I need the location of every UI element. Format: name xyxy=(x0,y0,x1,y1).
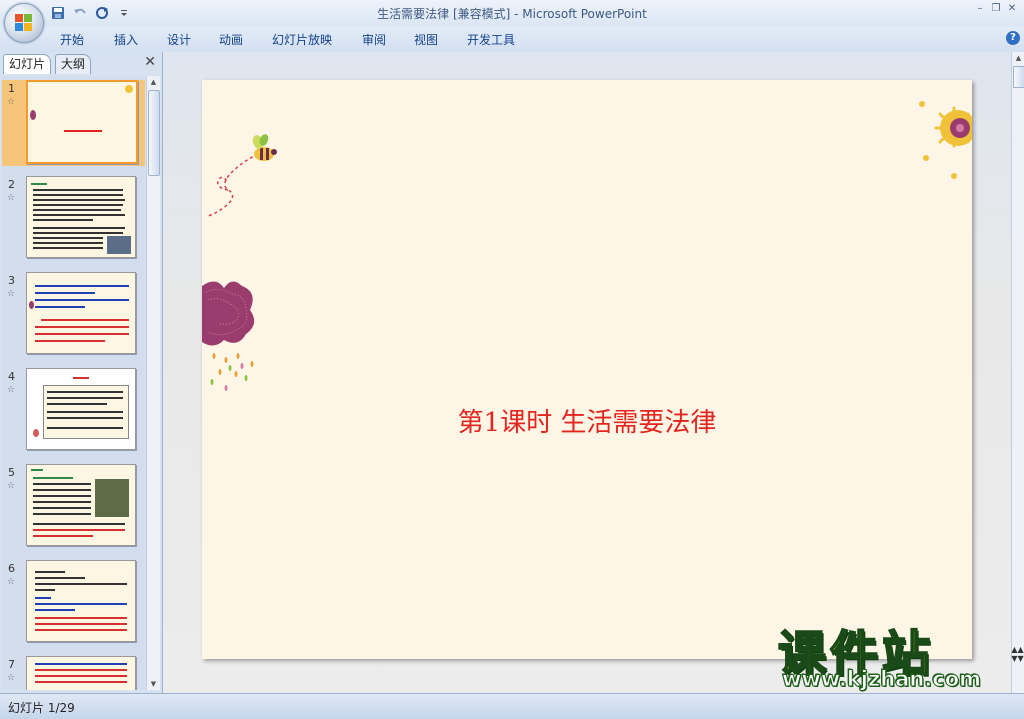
slide-preview xyxy=(26,368,136,450)
scroll-thumb[interactable] xyxy=(1013,66,1024,88)
slide-thumbnail-2[interactable]: 2 ☆ xyxy=(2,176,145,262)
scroll-down-icon[interactable]: ▼ xyxy=(147,678,160,690)
title-bar: 生活需要法律 [兼容模式] - Microsoft PowerPoint – ❐… xyxy=(0,0,1024,26)
slide-counter: 幻灯片 1/29 xyxy=(8,701,75,715)
previous-slide-icon[interactable]: ▲▲ xyxy=(1011,645,1024,654)
tab-animations[interactable]: 动画 xyxy=(219,31,243,48)
slide-preview xyxy=(26,656,136,690)
tab-view[interactable]: 视图 xyxy=(414,31,438,48)
slide-navigation: ▲▲ ▼▼ xyxy=(1011,645,1024,663)
ribbon-tabs: 开始 插入 设计 动画 幻灯片放映 审阅 视图 开发工具 xyxy=(0,26,1024,53)
office-button[interactable] xyxy=(4,3,44,43)
close-button[interactable]: ✕ xyxy=(1004,2,1020,16)
slide-number: 2 xyxy=(8,178,15,191)
tab-developer[interactable]: 开发工具 xyxy=(467,31,515,48)
slide-preview xyxy=(26,272,136,354)
slide-thumbnail-6[interactable]: 6 ☆ xyxy=(2,560,145,646)
slide-thumbnail-5[interactable]: 5 ☆ xyxy=(2,464,145,550)
slide-number: 3 xyxy=(8,274,15,287)
scroll-up-icon[interactable]: ▲ xyxy=(1012,52,1024,64)
slide-title[interactable]: 第1课时 生活需要法律 xyxy=(202,402,972,439)
slide-number: 5 xyxy=(8,466,15,479)
slide-thumbnail-list: 1 ☆ 2 ☆ 3 ☆ 4 ☆ 5 ☆ 6 ☆ 7 ☆ xyxy=(2,76,145,690)
status-bar: 幻灯片 1/29 xyxy=(0,693,1024,719)
watermark-url: www.kjzhan.com xyxy=(781,667,982,692)
tab-design[interactable]: 设计 xyxy=(167,31,191,48)
cloud-decoration-icon xyxy=(202,281,255,391)
tab-home[interactable]: 开始 xyxy=(60,31,84,48)
slide-number: 6 xyxy=(8,562,15,575)
slide-preview xyxy=(26,464,136,546)
minimize-button[interactable]: – xyxy=(972,2,988,16)
watermark-logo: 课件站 www.kjzhan.com xyxy=(770,618,1010,694)
animation-star-icon: ☆ xyxy=(7,577,16,587)
slide-number: 4 xyxy=(8,370,15,383)
tab-slideshow[interactable]: 幻灯片放映 xyxy=(272,31,332,48)
animation-star-icon: ☆ xyxy=(7,97,16,107)
panel-scrollbar[interactable]: ▲ ▼ xyxy=(146,76,160,690)
animation-star-icon: ☆ xyxy=(7,673,16,683)
office-logo-icon xyxy=(15,14,33,32)
slide-preview xyxy=(26,80,138,164)
animation-star-icon: ☆ xyxy=(7,289,16,299)
animation-star-icon: ☆ xyxy=(7,481,16,491)
slide-thumbnail-7[interactable]: 7 ☆ xyxy=(2,656,145,690)
slides-panel: 幻灯片 大纲 ✕ 1 ☆ 2 ☆ 3 ☆ 4 ☆ 5 ☆ 6 ☆ 7 ☆ ▲ ▼ xyxy=(0,52,163,693)
scroll-up-icon[interactable]: ▲ xyxy=(147,76,160,88)
panel-close-icon[interactable]: ✕ xyxy=(144,54,156,70)
slide-thumbnail-1[interactable]: 1 ☆ xyxy=(2,80,145,166)
tab-outline[interactable]: 大纲 xyxy=(55,54,92,74)
slide-number: 7 xyxy=(8,658,15,671)
slide-preview xyxy=(26,560,136,642)
window-title: 生活需要法律 [兼容模式] - Microsoft PowerPoint xyxy=(377,7,647,21)
tab-review[interactable]: 审阅 xyxy=(362,31,386,48)
current-slide[interactable]: 第1课时 生活需要法律 xyxy=(202,80,972,659)
restore-button[interactable]: ❐ xyxy=(988,2,1004,16)
tab-slides[interactable]: 幻灯片 xyxy=(3,54,52,74)
animation-star-icon: ☆ xyxy=(7,193,16,203)
animation-star-icon: ☆ xyxy=(7,385,16,395)
slide-thumbnail-3[interactable]: 3 ☆ xyxy=(2,272,145,358)
slide-number: 1 xyxy=(8,82,15,95)
tab-insert[interactable]: 插入 xyxy=(114,31,138,48)
sun-decoration-icon xyxy=(919,101,972,179)
scroll-thumb[interactable] xyxy=(148,90,160,176)
bee-decoration-icon xyxy=(207,134,277,217)
window-controls: – ❐ ✕ xyxy=(972,2,1020,16)
editor-scrollbar[interactable]: ▲ xyxy=(1011,52,1024,693)
help-icon[interactable]: ? xyxy=(1006,31,1020,45)
panel-tabs: 幻灯片 大纲 xyxy=(3,54,159,74)
next-slide-icon[interactable]: ▼▼ xyxy=(1011,654,1024,663)
slide-thumbnail-4[interactable]: 4 ☆ xyxy=(2,368,145,454)
slide-preview xyxy=(26,176,136,258)
